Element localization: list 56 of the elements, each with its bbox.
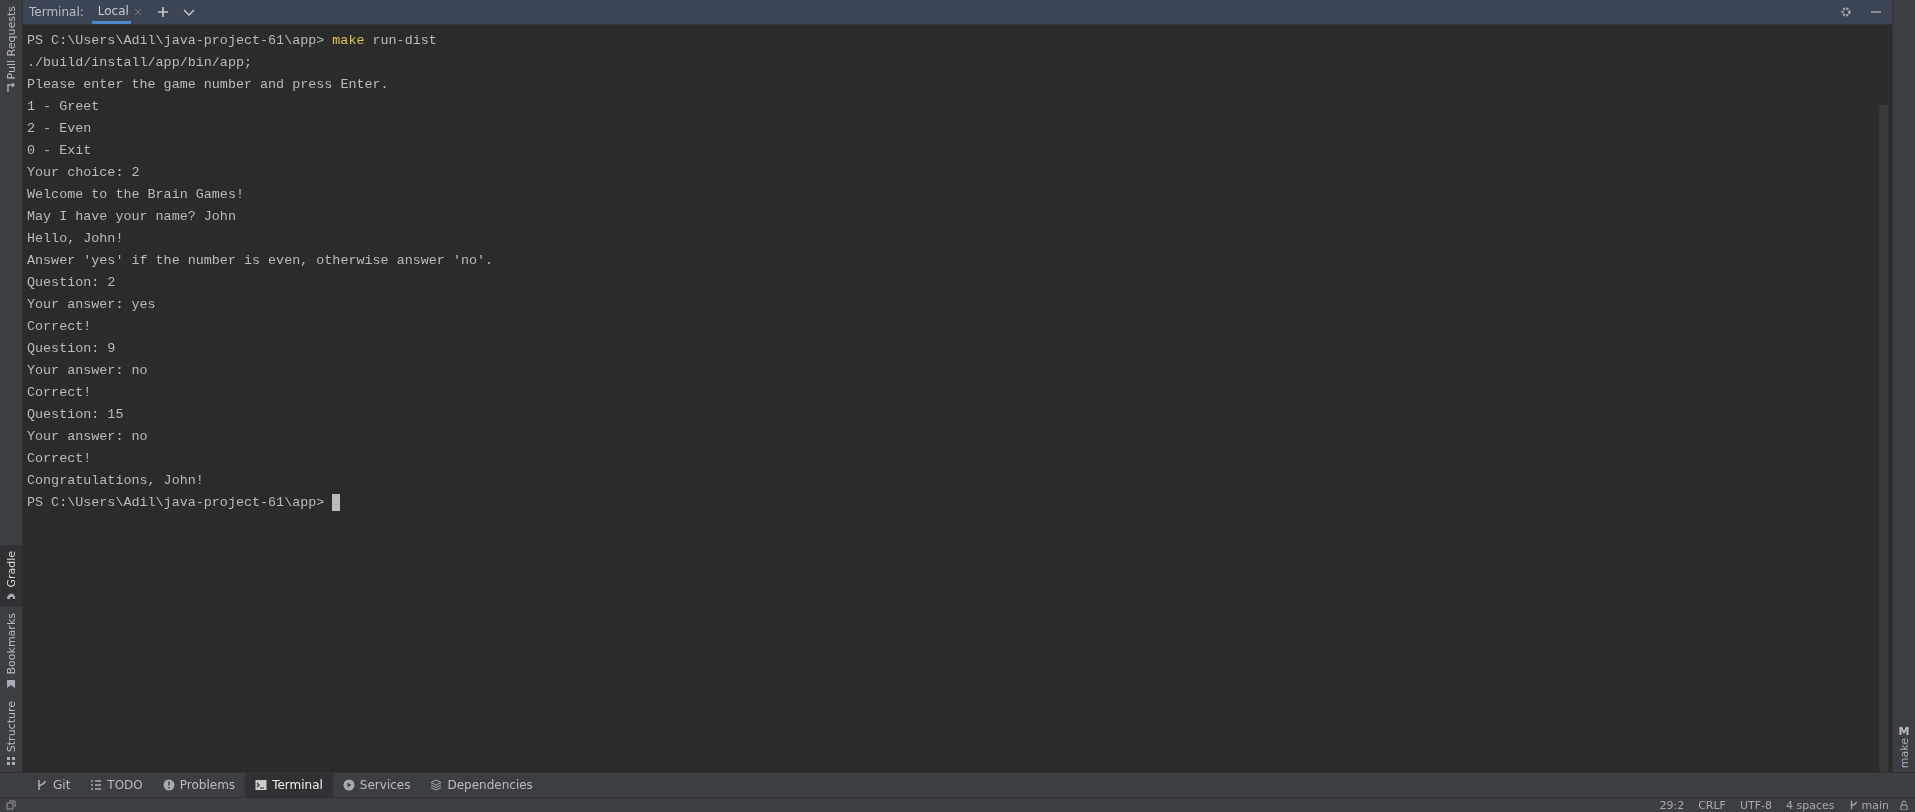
output-line: Your choice: 2 [27, 165, 140, 180]
tool-window-tab[interactable]: Git [26, 773, 81, 797]
output-line: Correct! [27, 451, 92, 466]
sidebar-tab[interactable]: M make [1893, 720, 1915, 772]
sidebar-tab[interactable]: Pull Requests [0, 0, 22, 100]
layers-icon [430, 779, 443, 791]
output-line: Question: 9 [27, 341, 116, 356]
branch-icon [1848, 800, 1859, 810]
output-line: Welcome to the Brain Games! [27, 187, 244, 202]
output-line: 0 - Exit [27, 143, 92, 158]
status-item[interactable]: UTF-8 [1739, 798, 1772, 812]
output-line: Your answer: no [27, 363, 148, 378]
output-line: Your answer: yes [27, 297, 156, 312]
output-line: Correct! [27, 319, 92, 334]
output-line: Question: 15 [27, 407, 124, 422]
status-item[interactable]: 29:2 [1659, 798, 1685, 812]
sidebar-tab[interactable]: Structure [0, 694, 22, 772]
plus-icon[interactable] [156, 6, 169, 18]
output-line: 2 - Even [27, 121, 92, 136]
prompt-path: PS C:\Users\Adil\java-project-61\app> [27, 495, 325, 510]
command-name: make [332, 33, 365, 48]
status-item[interactable]: CRLF [1698, 798, 1726, 812]
tool-window-tab[interactable]: Problems [152, 773, 246, 797]
tool-window-title: Terminal: [29, 5, 84, 19]
list-icon [90, 779, 103, 791]
play-icon [342, 779, 355, 791]
output-line: May I have your name? John [27, 209, 236, 224]
tool-window-tab[interactable]: Dependencies [420, 773, 543, 797]
output-line: ./build/install/app/bin/app; [27, 55, 252, 70]
status-item[interactable]: 4 spaces [1786, 798, 1835, 812]
branch-icon [36, 779, 48, 791]
output-line: Please enter the game number and press Enter. [27, 77, 389, 92]
output-line: 1 - Greet [27, 99, 100, 114]
tool-window-tab[interactable]: TODO [80, 773, 153, 797]
tool-window-tab[interactable]: Terminal [245, 773, 333, 797]
tool-window-tab[interactable]: Services [332, 773, 421, 797]
sidebar-tab[interactable]: Bookmarks [0, 607, 22, 695]
structure-icon [6, 756, 16, 766]
output-line: Your answer: no [27, 429, 148, 444]
output-line: Correct! [27, 385, 92, 400]
output-line: Congratulations, John! [27, 473, 204, 488]
pull-request-icon [6, 83, 16, 94]
command-arguments: run-dist [372, 33, 437, 48]
output-line: Answer 'yes' if the number is even, otherwise answer 'no'. [27, 253, 494, 268]
prompt-path: PS C:\Users\Adil\java-project-61\app> [27, 33, 325, 48]
settings-icon[interactable] [1840, 6, 1852, 18]
terminal-icon [255, 779, 268, 791]
branch-widget[interactable]: main [1848, 798, 1889, 812]
layout-icon[interactable] [6, 800, 16, 810]
output-line: Question: 2 [27, 275, 116, 290]
alert-icon [162, 779, 175, 791]
sidebar-tab[interactable]: Gradle [0, 544, 22, 608]
output-line: Hello, John! [27, 231, 124, 246]
lock-icon[interactable] [1899, 800, 1909, 810]
bookmark-icon [6, 678, 16, 689]
close-icon[interactable] [132, 7, 143, 17]
